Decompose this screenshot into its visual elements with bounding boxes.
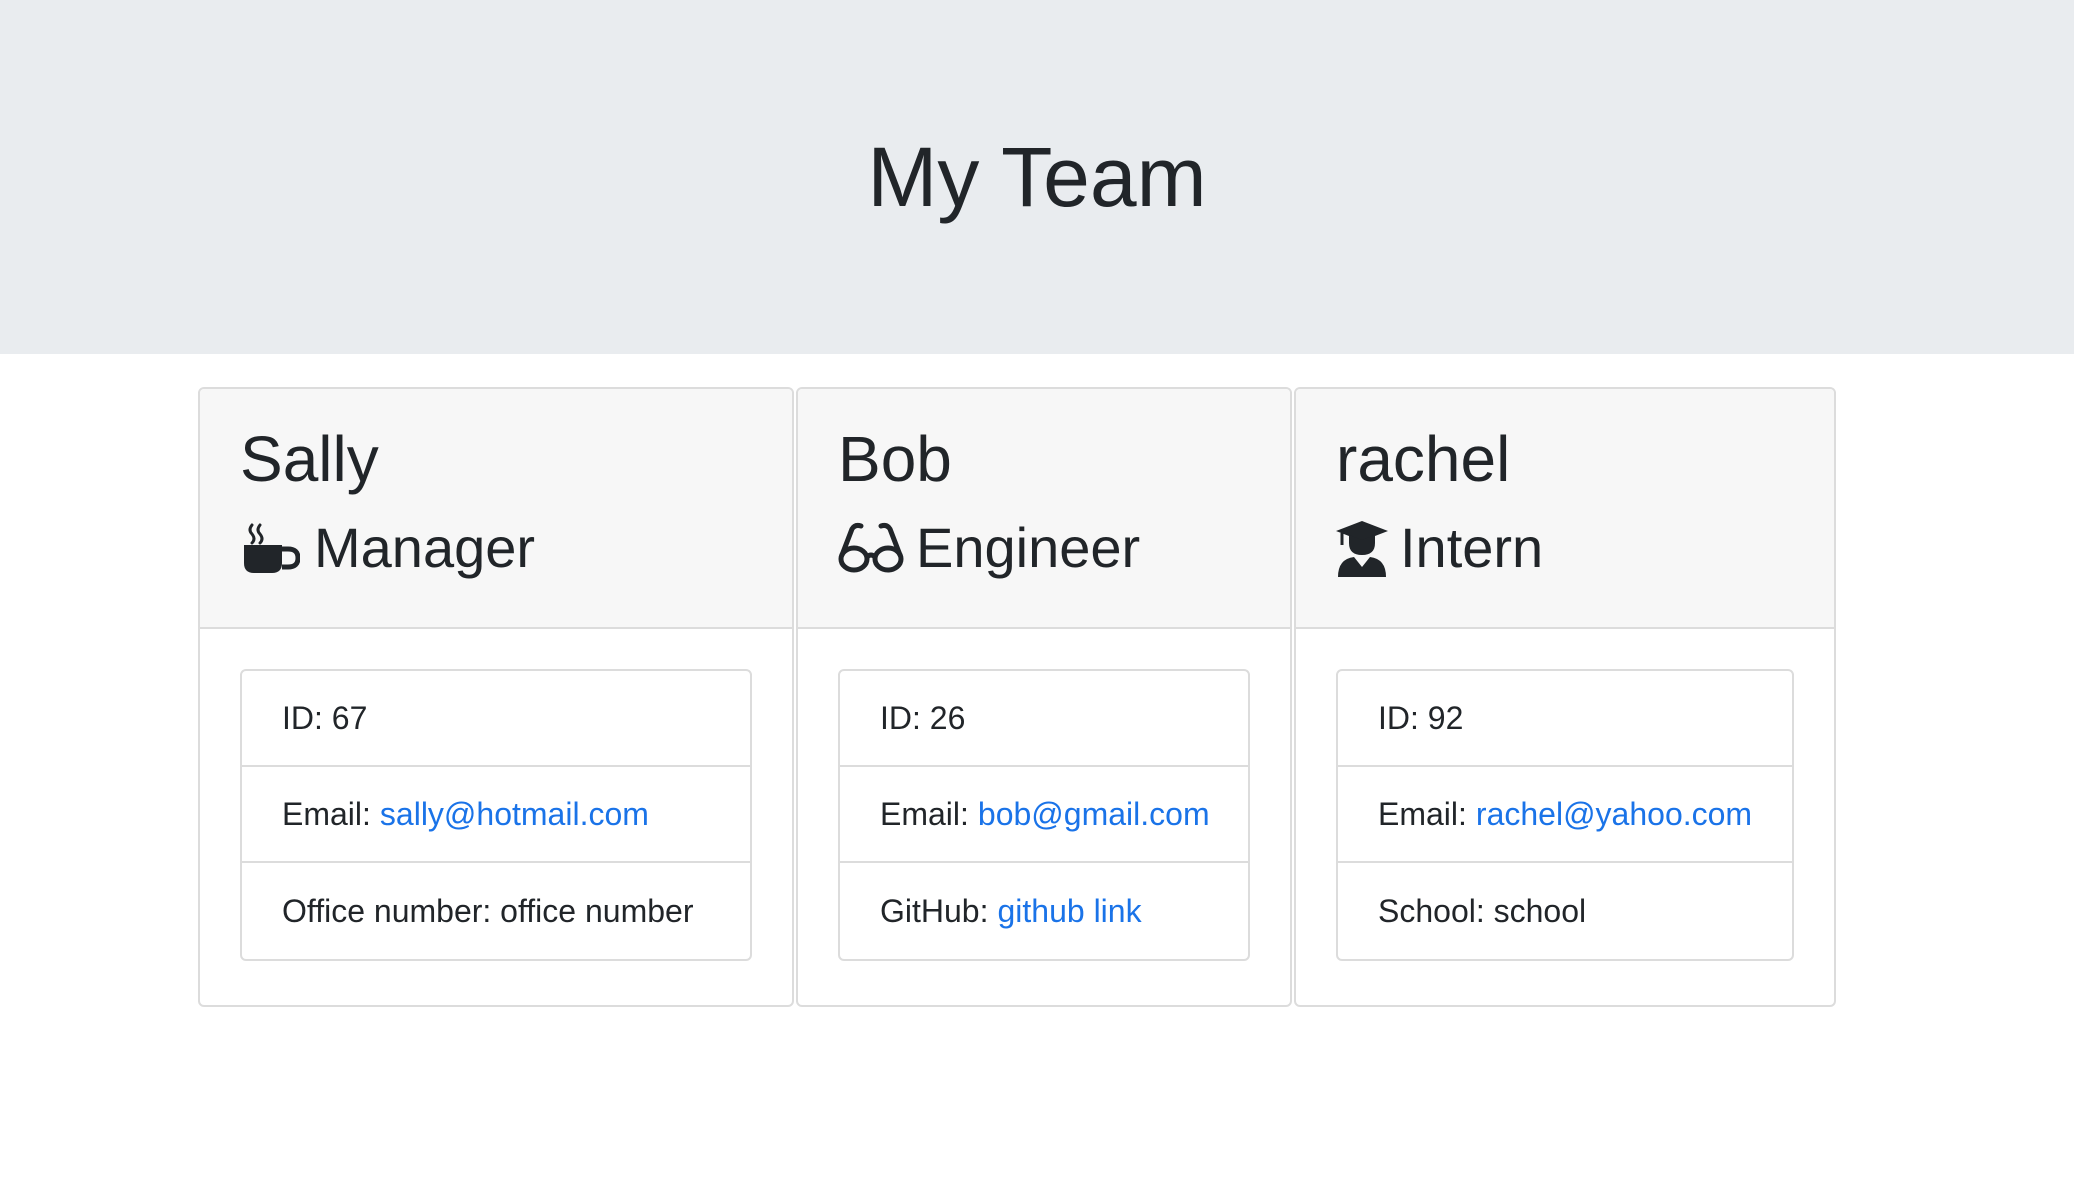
- office-number-item: Office number: office number: [242, 863, 750, 959]
- email-link[interactable]: bob@gmail.com: [978, 796, 1210, 833]
- glasses-icon: [838, 517, 904, 579]
- school-text: School: school: [1378, 892, 1587, 929]
- card-header: rachel Intern: [1296, 389, 1834, 629]
- team-cards: Sally Manager ID: 67 Email: sally@hotmai…: [198, 387, 1838, 1007]
- employee-role: Intern: [1336, 513, 1794, 583]
- office-number-text: Office number: office number: [282, 892, 694, 929]
- id-text: ID: 26: [880, 699, 966, 736]
- email-link[interactable]: rachel@yahoo.com: [1476, 796, 1752, 833]
- email-item: Email: sally@hotmail.com: [242, 767, 750, 863]
- page-header: My Team: [0, 0, 2074, 354]
- github-label: GitHub:: [880, 892, 989, 929]
- id-text: ID: 92: [1378, 699, 1464, 736]
- card-body: ID: 26 Email: bob@gmail.com GitHub: gith…: [798, 629, 1290, 1001]
- card-body: ID: 67 Email: sally@hotmail.com Office n…: [200, 629, 792, 1001]
- email-label: Email:: [880, 795, 969, 832]
- graduate-icon: [1336, 517, 1388, 579]
- email-label: Email:: [1378, 795, 1467, 832]
- email-item: Email: rachel@yahoo.com: [1338, 767, 1792, 863]
- github-link[interactable]: github link: [997, 893, 1141, 930]
- employee-role: Engineer: [838, 513, 1250, 583]
- employee-card-engineer: Bob Engineer ID: 26 Email: bob@gmail.com…: [796, 387, 1292, 1007]
- id-item: ID: 92: [1338, 671, 1792, 767]
- employee-name: Bob: [838, 423, 952, 495]
- details-list: ID: 26 Email: bob@gmail.com GitHub: gith…: [838, 669, 1250, 961]
- page-title: My Team: [867, 129, 1207, 224]
- email-item: Email: bob@gmail.com: [840, 767, 1248, 863]
- employee-name: rachel: [1336, 423, 1511, 495]
- email-label: Email:: [282, 795, 371, 832]
- employee-role: Manager: [240, 513, 752, 583]
- details-list: ID: 67 Email: sally@hotmail.com Office n…: [240, 669, 752, 961]
- id-item: ID: 26: [840, 671, 1248, 767]
- role-label: Manager: [314, 516, 536, 579]
- role-label: Engineer: [916, 516, 1141, 579]
- employee-card-intern: rachel Intern ID: 92 Email: rachel@yahoo…: [1294, 387, 1836, 1007]
- employee-card-manager: Sally Manager ID: 67 Email: sally@hotmai…: [198, 387, 794, 1007]
- role-label: Intern: [1400, 516, 1544, 579]
- github-item: GitHub: github link: [840, 863, 1248, 959]
- school-item: School: school: [1338, 863, 1792, 959]
- card-header: Bob Engineer: [798, 389, 1290, 629]
- email-link[interactable]: sally@hotmail.com: [380, 796, 649, 833]
- details-list: ID: 92 Email: rachel@yahoo.com School: s…: [1336, 669, 1794, 961]
- id-text: ID: 67: [282, 699, 368, 736]
- card-body: ID: 92 Email: rachel@yahoo.com School: s…: [1296, 629, 1834, 1001]
- employee-name: Sally: [240, 423, 379, 495]
- card-header: Sally Manager: [200, 389, 792, 629]
- id-item: ID: 67: [242, 671, 750, 767]
- coffee-mug-icon: [240, 517, 302, 579]
